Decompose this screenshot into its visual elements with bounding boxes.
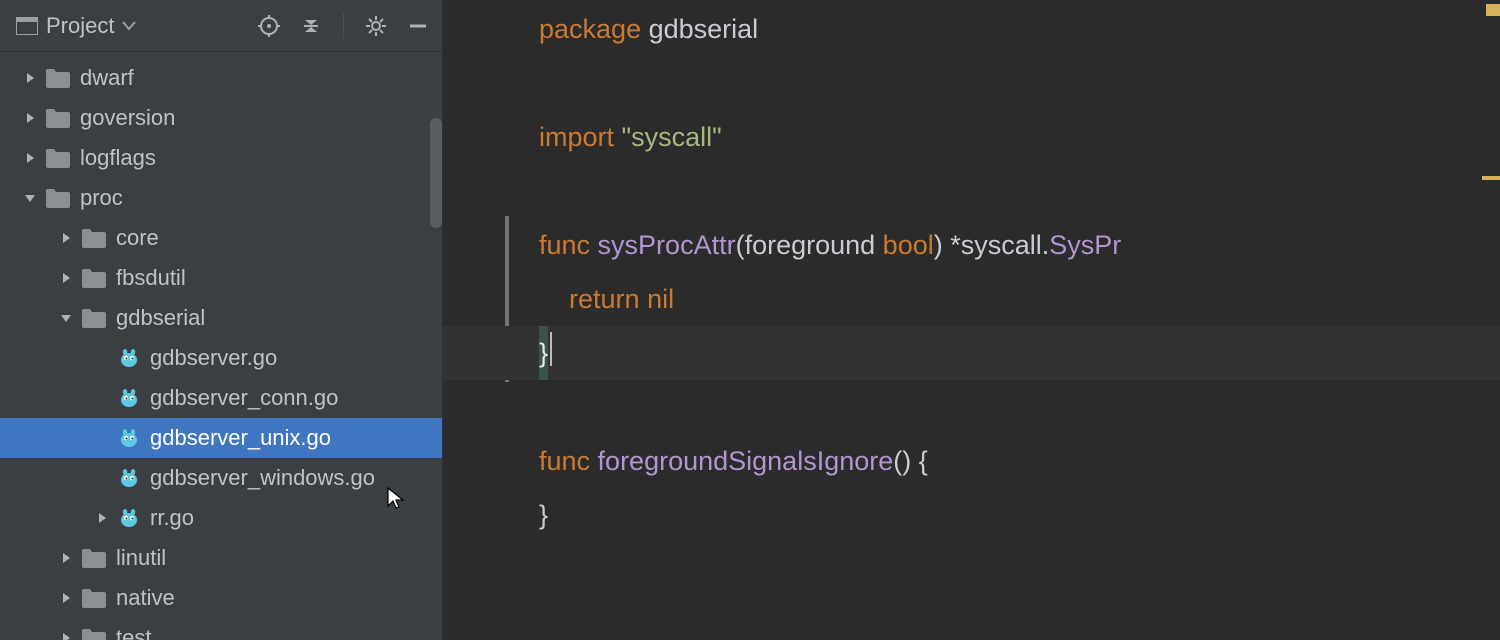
folder-icon [82,588,106,608]
keyword: func [539,218,598,272]
tree-item-label: fbsdutil [116,265,186,291]
brace: } [539,488,548,542]
tree-file[interactable]: gdbserver.go [0,338,442,378]
type-ref: SysPr [1049,218,1121,272]
project-tree[interactable]: dwarf goversion logflags proc core fbsdutil gd… [0,52,442,640]
tree-item-label: test [116,625,151,640]
go-file-icon [118,387,140,409]
params: ) *syscall. [934,218,1050,272]
project-label: Project [46,13,114,39]
tree-item-label: linutil [116,545,166,571]
tree-item-label: goversion [80,105,175,131]
folder-icon [82,548,106,568]
tree-item-label: dwarf [80,65,134,91]
tree-item-label: gdbserver_windows.go [150,465,375,491]
editor-marker-strip[interactable] [1482,0,1500,640]
folder-icon [46,148,70,168]
chevron-down-icon [122,21,136,31]
warning-marker[interactable] [1486,4,1500,16]
tree-folder[interactable]: gdbserial [0,298,442,338]
code-editor[interactable]: package gdbserial import "syscall" func … [443,0,1500,640]
tree-item-label: logflags [80,145,156,171]
tree-folder[interactable]: native [0,578,442,618]
gear-icon[interactable] [362,12,390,40]
tree-folder[interactable]: linutil [0,538,442,578]
tree-folder[interactable]: fbsdutil [0,258,442,298]
tree-item-label: gdbserver_conn.go [150,385,338,411]
tree-item-label: native [116,585,175,611]
func-name: sysProcAttr [598,218,736,272]
keyword: import [539,110,622,164]
func-name: foregroundSignalsIgnore [598,434,894,488]
separator [343,13,344,39]
sidebar-header: Project [0,0,442,52]
go-file-icon [118,347,140,369]
tree-item-label: gdbserver.go [150,345,277,371]
tree-file[interactable]: gdbserver_windows.go [0,458,442,498]
params: () { [893,434,928,488]
folder-icon [82,308,106,328]
tree-item-label: gdbserver_unix.go [150,425,331,451]
tree-item-label: proc [80,185,123,211]
go-file-icon [118,467,140,489]
tree-folder[interactable]: dwarf [0,58,442,98]
tree-item-label: gdbserial [116,305,205,331]
type: bool [883,218,934,272]
text-caret [550,332,552,366]
tree-file[interactable]: rr.go [0,498,442,538]
string-literal: "syscall" [622,110,722,164]
tree-folder[interactable]: goversion [0,98,442,138]
nil: nil [647,272,674,326]
params: (foreground [736,218,883,272]
folder-icon [82,268,106,288]
tree-folder[interactable]: proc [0,178,442,218]
minimize-icon[interactable] [404,12,432,40]
tree-file[interactable]: gdbserver_unix.go [0,418,442,458]
go-file-icon [118,507,140,529]
folder-icon [46,68,70,88]
go-file-icon [118,427,140,449]
keyword: package [539,2,649,56]
tree-item-label: core [116,225,159,251]
project-icon [16,17,38,35]
project-sidebar: Project [0,0,443,640]
keyword: return [569,272,647,326]
tree-file[interactable]: gdbserver_conn.go [0,378,442,418]
scrollbar-thumb[interactable] [430,118,442,228]
folder-icon [82,628,106,640]
project-view-dropdown[interactable]: Project [16,13,136,39]
locate-icon[interactable] [255,12,283,40]
keyword: func [539,434,598,488]
tree-folder[interactable]: logflags [0,138,442,178]
identifier: gdbserial [649,2,759,56]
brace: } [539,326,548,380]
tree-folder[interactable]: core [0,218,442,258]
folder-icon [46,188,70,208]
folder-icon [82,228,106,248]
warning-marker[interactable] [1482,176,1500,180]
folder-icon [46,108,70,128]
collapse-all-icon[interactable] [297,12,325,40]
tree-folder[interactable]: test [0,618,442,640]
tree-item-label: rr.go [150,505,194,531]
